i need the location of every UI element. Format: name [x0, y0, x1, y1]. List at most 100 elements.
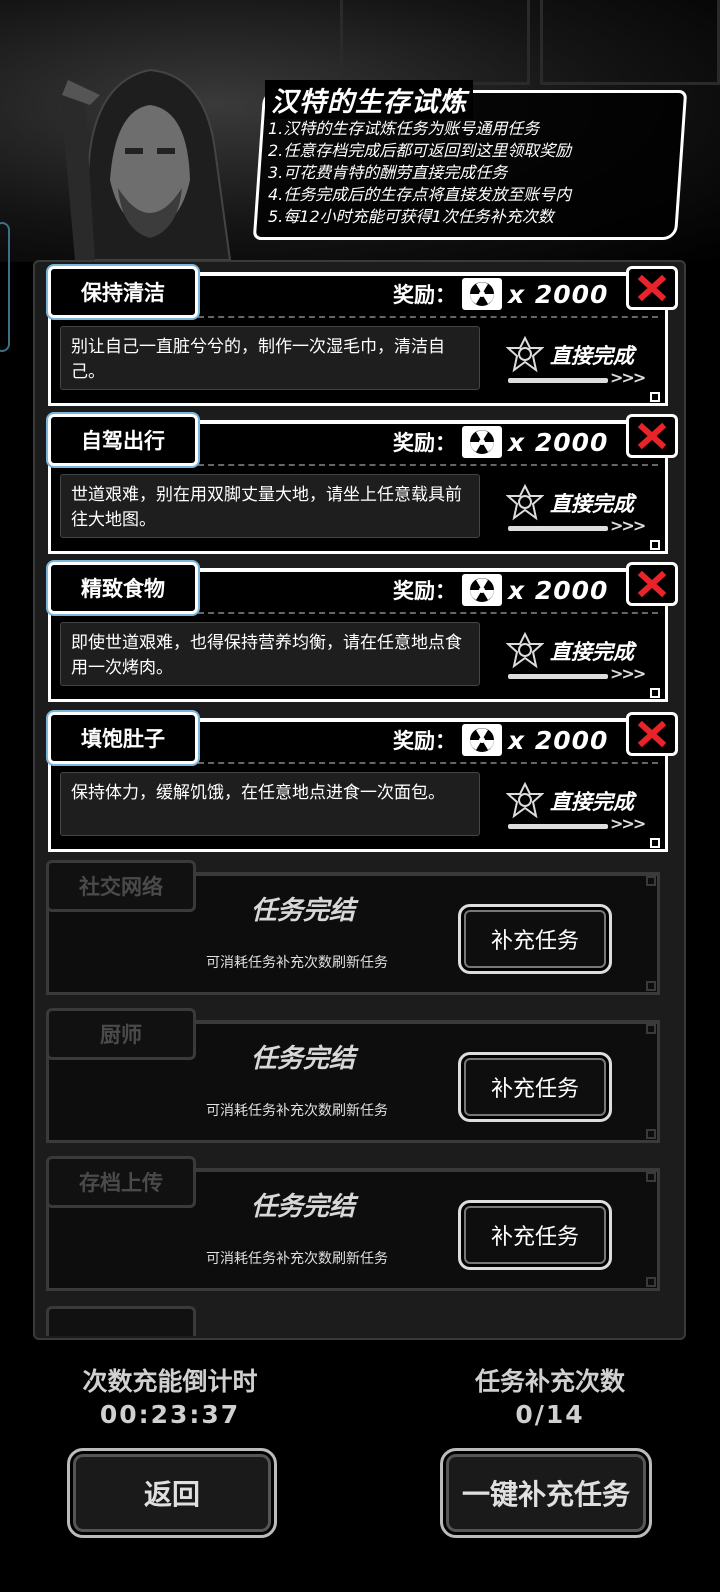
progress-bar — [508, 674, 608, 679]
corner-marker — [646, 1172, 656, 1182]
task-card: 保持清洁 奖励： x 2000 别让自己一直脏兮兮的，制作一次湿毛巾，清洁自己。… — [48, 266, 678, 406]
radiation-icon — [462, 574, 502, 606]
close-button[interactable] — [626, 562, 678, 606]
divider — [198, 316, 658, 318]
background-window — [540, 0, 720, 85]
task-description: 别让自己一直脏兮兮的，制作一次湿毛巾，清洁自己。 — [60, 326, 480, 390]
divider — [198, 762, 658, 764]
edge-handle[interactable] — [0, 222, 10, 352]
task-description: 即使世道艰难，也得保持营养均衡，请在任意地点食用一次烤肉。 — [60, 622, 480, 686]
hunter-portrait — [60, 68, 232, 260]
arrows-icon: >>> — [610, 368, 646, 387]
task-hint: 可消耗任务补充次数刷新任务 — [206, 1251, 388, 1267]
reward: 奖励： x 2000 — [393, 724, 608, 756]
info-line: 3.可花费肯特的酬劳直接完成任务 — [268, 163, 508, 182]
reward-amount: x 2000 — [508, 279, 609, 309]
reward: 奖励： x 2000 — [393, 278, 608, 310]
background-window — [340, 0, 530, 85]
direct-complete-button[interactable]: 直接完成 >>> — [506, 334, 656, 390]
refill-task-button[interactable]: 补充任务 — [458, 1052, 612, 1122]
direct-complete-label: 直接完成 — [550, 790, 634, 814]
corner-marker — [650, 838, 660, 848]
direct-complete-button[interactable]: 直接完成 >>> — [506, 482, 656, 538]
info-lines: 1.汉特的生存试炼任务为账号通用任务 2.任意存档完成后都可返回到这里领取奖励 … — [268, 118, 678, 228]
close-icon — [638, 423, 666, 449]
reward-label: 奖励： — [393, 579, 456, 603]
task-description: 世道艰难，别在用双脚丈量大地，请坐上任意载具前往大地图。 — [60, 474, 480, 538]
direct-complete-label: 直接完成 — [550, 640, 634, 664]
refill-count-label: 任务补充次数 — [474, 1367, 625, 1396]
corner-marker — [646, 1277, 656, 1287]
info-title: 汉特的生存试炼 — [265, 80, 473, 119]
task-card: 自驾出行 奖励： x 2000 世道艰难，别在用双脚丈量大地，请坐上任意载具前往… — [48, 414, 678, 554]
task-name: 自驾出行 — [48, 414, 198, 466]
direct-complete-button[interactable]: 直接完成 >>> — [506, 630, 656, 686]
divider — [198, 612, 658, 614]
close-button[interactable] — [626, 712, 678, 756]
corner-marker — [650, 688, 660, 698]
progress-bar — [508, 824, 608, 829]
refill-task-button[interactable]: 补充任务 — [458, 1200, 612, 1270]
emblem-icon — [506, 782, 544, 819]
completed-task-card: 存档上传 任务完结 可消耗任务补充次数刷新任务 补充任务 — [46, 1156, 660, 1291]
info-line: 5.每12小时充能可获得1次任务补充次数 — [268, 207, 554, 226]
task-description: 保持体力，缓解饥饿，在任意地点进食一次面包。 — [60, 772, 480, 836]
corner-marker — [646, 981, 656, 991]
emblem-icon — [506, 484, 544, 521]
radiation-icon — [462, 426, 502, 458]
arrows-icon: >>> — [610, 516, 646, 535]
task-hint: 可消耗任务补充次数刷新任务 — [206, 955, 388, 971]
info-line: 4.任务完成后的生存点将直接发放至账号内 — [268, 185, 572, 204]
close-icon — [638, 721, 666, 747]
header-banner: 汉特的生存试炼 1.汉特的生存试炼任务为账号通用任务 2.任意存档完成后都可返回… — [0, 0, 720, 262]
reward-label: 奖励： — [393, 431, 456, 455]
task-card: 填饱肚子 奖励： x 2000 保持体力，缓解饥饿，在任意地点进食一次面包。 直… — [48, 712, 678, 852]
radiation-icon — [462, 724, 502, 756]
arrows-icon: >>> — [610, 814, 646, 833]
info-line: 2.任意存档完成后都可返回到这里领取奖励 — [268, 141, 572, 160]
task-status: 任务完结 — [251, 1192, 356, 1222]
close-button[interactable] — [626, 266, 678, 310]
task-name: 精致食物 — [48, 562, 198, 614]
corner-marker — [650, 540, 660, 550]
reward-amount: x 2000 — [508, 575, 609, 605]
countdown-label: 次数充能倒计时 — [82, 1367, 258, 1396]
task-hint: 可消耗任务补充次数刷新任务 — [206, 1103, 388, 1119]
reward: 奖励： x 2000 — [393, 574, 608, 606]
emblem-icon — [506, 336, 544, 373]
task-name: 厨师 — [46, 1008, 196, 1060]
task-card: 精致食物 奖励： x 2000 即使世道艰难，也得保持营养均衡，请在任意地点食用… — [48, 562, 678, 702]
refill-count-value: 0/14 — [515, 1400, 585, 1429]
corner-marker — [646, 876, 656, 886]
completed-task-card: 社交网络 任务完结 可消耗任务补充次数刷新任务 补充任务 — [46, 860, 660, 995]
completed-task-card: 厨师 任务完结 可消耗任务补充次数刷新任务 补充任务 — [46, 1008, 660, 1143]
progress-bar — [508, 378, 608, 383]
refill-all-button[interactable]: 一键补充任务 — [440, 1448, 652, 1538]
task-name: 填饱肚子 — [48, 712, 198, 764]
divider — [198, 464, 658, 466]
emblem-icon — [506, 632, 544, 669]
task-status: 任务完结 — [251, 896, 356, 926]
direct-complete-label: 直接完成 — [550, 344, 634, 368]
close-button[interactable] — [626, 414, 678, 458]
countdown-value: 00:23:37 — [99, 1400, 241, 1429]
info-line: 1.汉特的生存试炼任务为账号通用任务 — [268, 119, 540, 138]
radiation-icon — [462, 278, 502, 310]
reward: 奖励： x 2000 — [393, 426, 608, 458]
next-card-peek — [46, 1306, 196, 1336]
task-status: 任务完结 — [251, 1044, 356, 1074]
task-name: 保持清洁 — [48, 266, 198, 318]
close-icon — [638, 571, 666, 597]
direct-complete-button[interactable]: 直接完成 >>> — [506, 780, 656, 836]
reward-label: 奖励： — [393, 729, 456, 753]
task-name: 社交网络 — [46, 860, 196, 912]
close-icon — [638, 275, 666, 301]
progress-bar — [508, 526, 608, 531]
corner-marker — [650, 392, 660, 402]
reward-label: 奖励： — [393, 283, 456, 307]
direct-complete-label: 直接完成 — [550, 492, 634, 516]
back-button[interactable]: 返回 — [67, 1448, 277, 1538]
reward-amount: x 2000 — [508, 427, 609, 457]
refill-task-button[interactable]: 补充任务 — [458, 904, 612, 974]
corner-marker — [646, 1024, 656, 1034]
